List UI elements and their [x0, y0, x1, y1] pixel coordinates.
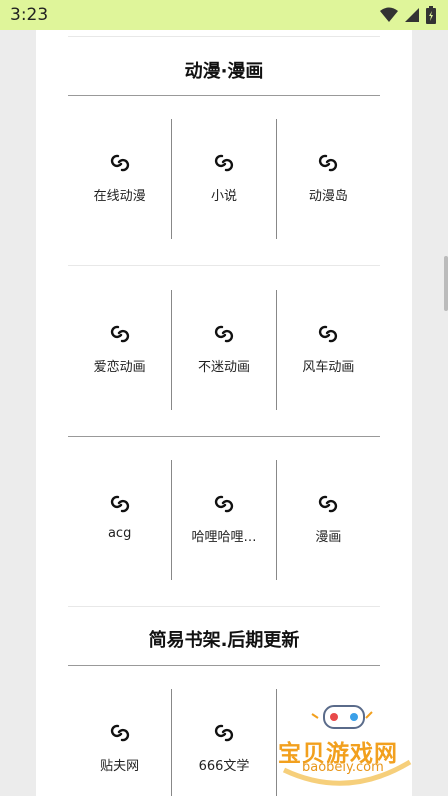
- link-icon: [214, 724, 234, 742]
- scrollbar-thumb[interactable]: [444, 256, 448, 311]
- row-divider: [68, 436, 380, 437]
- link-icon: [214, 495, 234, 513]
- link-icon: [319, 495, 338, 513]
- grid-item-label: 爱恋动画: [93, 360, 146, 375]
- link-icon: [110, 495, 129, 513]
- row-divider: [68, 265, 380, 266]
- grid-item-label: 动漫岛: [308, 189, 348, 204]
- grid-item-label: 小说: [210, 189, 237, 204]
- grid-item[interactable]: 贴夫网: [68, 689, 171, 796]
- status-bar: 3:23: [0, 0, 448, 30]
- grid-item-label: 不迷动画: [197, 360, 250, 375]
- top-divider: [68, 36, 380, 37]
- link-icon: [214, 325, 234, 343]
- link-icon: [214, 154, 234, 172]
- grid-row: 在线动漫 小说 动漫岛: [68, 119, 380, 239]
- grid-item[interactable]: 哈哩哈哩…: [171, 460, 275, 580]
- section-title-anime: 动漫·漫画: [184, 61, 264, 82]
- wifi-icon: [380, 7, 398, 22]
- signal-icon: [405, 8, 419, 22]
- grid-item[interactable]: 不迷动画: [171, 290, 275, 410]
- battery-icon: [426, 6, 436, 24]
- status-time: 3:23: [10, 5, 49, 25]
- grid-item[interactable]: 在线动漫: [68, 119, 171, 239]
- link-icon: [319, 154, 338, 172]
- link-icon: [319, 325, 338, 343]
- watermark-logo: 宝贝游戏网 baobeiy.com: [272, 700, 422, 792]
- grid-item[interactable]: 风车动画: [275, 290, 380, 410]
- section-divider: [68, 95, 380, 96]
- grid-item[interactable]: 动漫岛: [275, 119, 380, 239]
- content-card[interactable]: 动漫·漫画 在线动漫 小说 动漫岛 爱恋动画 不迷动画 风车动画 acg 哈哩哈…: [36, 30, 412, 796]
- grid-item-label: 在线动漫: [93, 189, 146, 204]
- grid-item-label: 风车动画: [302, 360, 355, 375]
- watermark-url: baobeiy.com: [302, 760, 384, 775]
- grid-item[interactable]: acg: [68, 460, 171, 580]
- status-icons: [380, 6, 436, 24]
- grid-item-label: acg: [107, 526, 132, 541]
- grid-row: acg 哈哩哈哩… 漫画: [68, 460, 380, 580]
- link-icon: [110, 325, 129, 343]
- grid-item[interactable]: 漫画: [275, 460, 380, 580]
- grid-item[interactable]: 666文学: [171, 689, 275, 796]
- link-icon: [110, 154, 129, 172]
- grid-item-label: 666文学: [198, 759, 250, 774]
- link-icon: [110, 724, 129, 742]
- section-divider: [68, 665, 380, 666]
- section-separator: [68, 606, 380, 607]
- grid-item[interactable]: 爱恋动画: [68, 290, 171, 410]
- grid-item-label: 哈哩哈哩…: [191, 530, 257, 545]
- section-title-bookshelf: 简易书架.后期更新: [148, 630, 300, 651]
- grid-row: 爱恋动画 不迷动画 风车动画: [68, 290, 380, 410]
- grid-item-label: 漫画: [315, 530, 342, 545]
- grid-item[interactable]: 小说: [171, 119, 275, 239]
- grid-item-label: 贴夫网: [100, 759, 140, 774]
